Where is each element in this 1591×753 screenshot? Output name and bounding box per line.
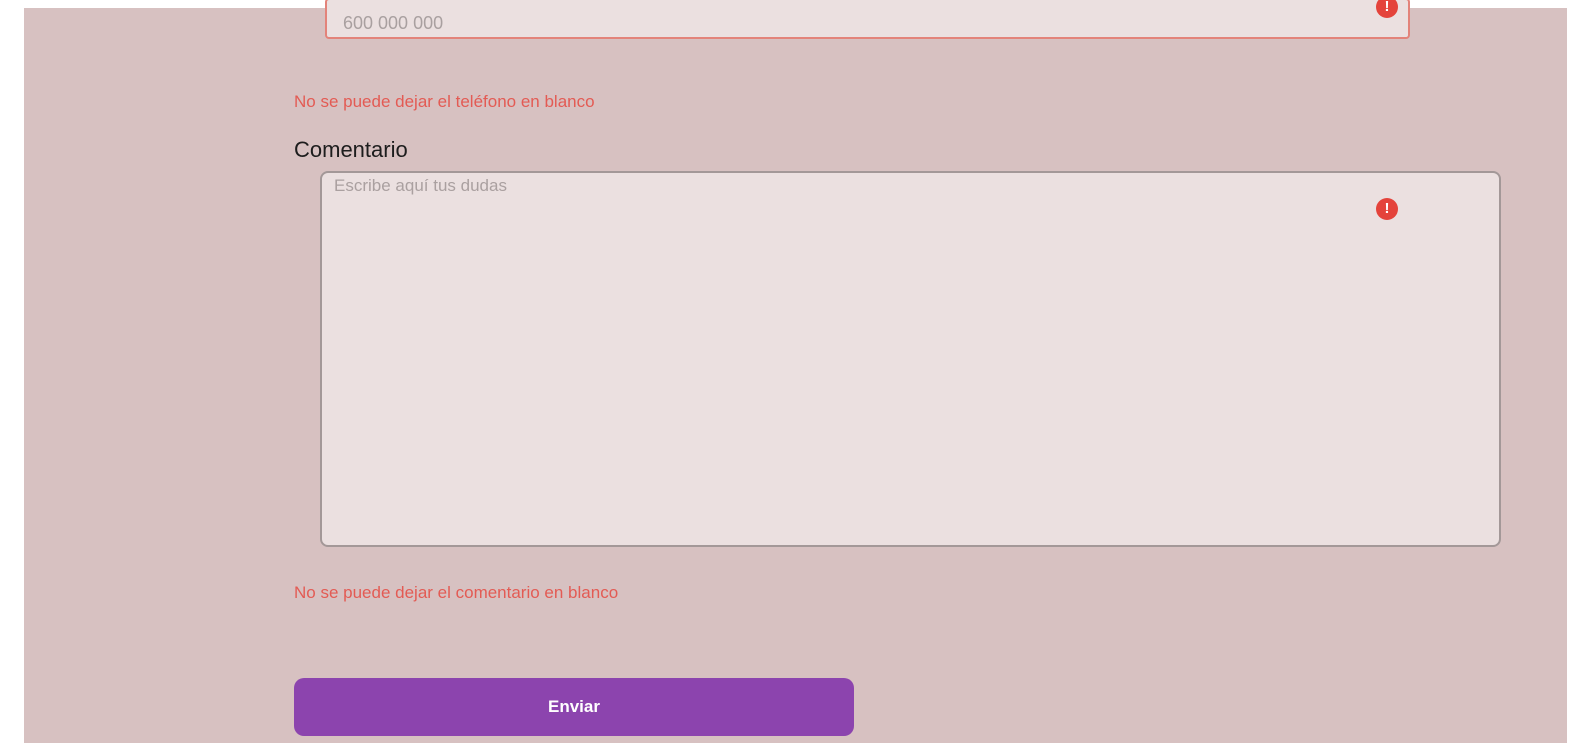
contact-form: ! No se puede dejar el teléfono en blanc… [24,0,1567,743]
exclamation-circle-icon: ! [1376,198,1398,220]
comment-label: Comentario [294,137,408,162]
comment-error-message: No se puede dejar el comentario en blanc… [294,583,619,602]
phone-error-message: No se puede dejar el teléfono en blanco [294,92,595,111]
comment-textarea[interactable] [322,173,1499,545]
comment-field-wrapper: ! [320,171,1501,547]
phone-input[interactable] [327,0,1408,37]
phone-field-wrapper: ! [325,0,1410,39]
submit-button[interactable]: Enviar [294,678,854,736]
